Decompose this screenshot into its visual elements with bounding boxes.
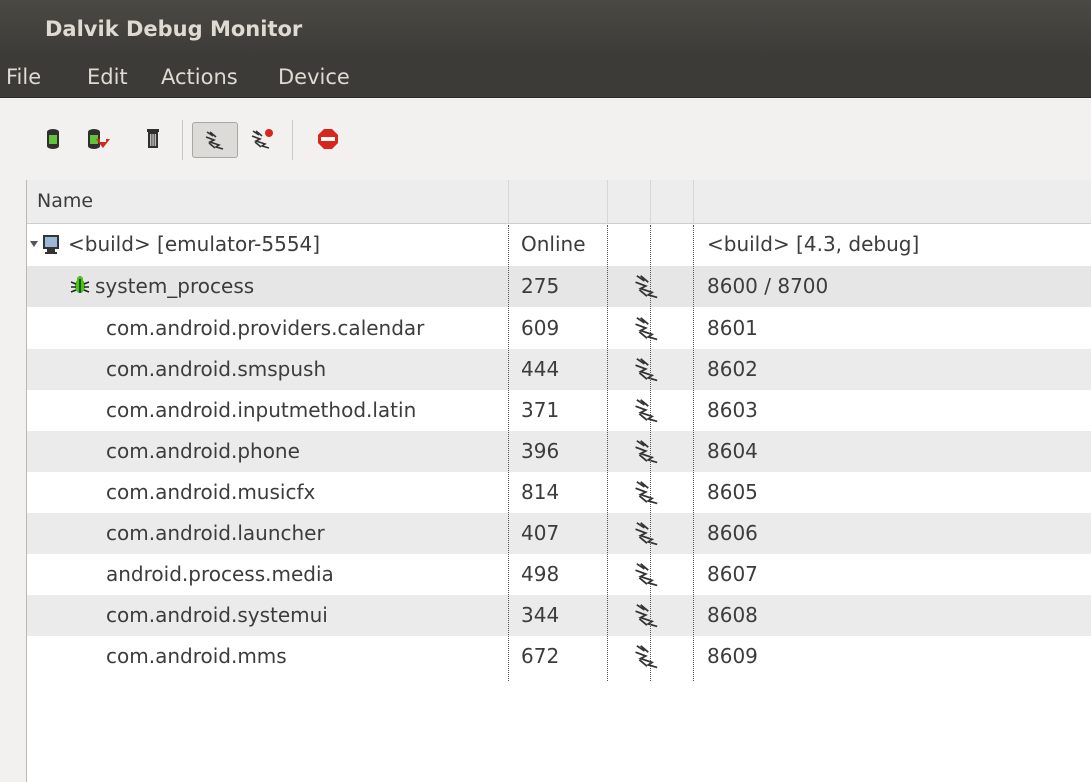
process-pid: 814 <box>521 480 560 504</box>
start-method-profiling-button[interactable] <box>250 122 276 156</box>
column-divider <box>508 180 509 223</box>
process-name: android.process.media <box>106 562 334 586</box>
stop-process-button[interactable] <box>315 122 341 156</box>
device-state: Online <box>521 232 586 256</box>
process-name: com.android.smspush <box>106 357 327 381</box>
table-row[interactable]: com.android.launcher 407 8606 <box>27 513 1091 554</box>
update-heap-button[interactable] <box>40 122 66 156</box>
threads-icon <box>635 317 658 341</box>
table-row[interactable]: com.android.musicfx 814 8605 <box>27 472 1091 513</box>
threads-icon <box>205 131 224 150</box>
table-row[interactable]: com.android.smspush 444 8602 <box>27 349 1091 390</box>
stop-sign-icon <box>318 129 338 149</box>
column-divider <box>650 180 651 223</box>
table-header: Name <box>27 180 1091 224</box>
process-ports: 8607 <box>707 562 758 586</box>
threads-icon <box>635 399 658 423</box>
threads-icon <box>635 481 658 505</box>
process-name: com.android.musicfx <box>106 480 316 504</box>
database-download-icon <box>88 129 110 149</box>
process-pid: 407 <box>521 521 560 545</box>
process-ports: 8606 <box>707 521 758 545</box>
menu-edit[interactable]: Edit <box>87 65 128 89</box>
window-title: Dalvik Debug Monitor <box>45 17 303 41</box>
process-ports: 8602 <box>707 357 758 381</box>
threads-icon <box>635 522 658 546</box>
dump-hprof-button[interactable] <box>86 122 112 156</box>
process-ports: 8600 / 8700 <box>707 274 829 298</box>
trash-icon <box>147 129 159 148</box>
threads-icon <box>635 645 658 669</box>
device-monitor-icon <box>43 235 59 254</box>
threads-icon <box>635 563 658 587</box>
process-name: com.android.systemui <box>106 603 328 627</box>
process-ports: 8601 <box>707 316 758 340</box>
column-divider <box>650 225 651 681</box>
device-row[interactable]: <build> [emulator-5554] Online <build> [… <box>27 224 1091 265</box>
process-pid: 498 <box>521 562 560 586</box>
process-ports: 8609 <box>707 644 758 668</box>
debug-bug-icon <box>70 276 90 293</box>
device-name: <build> [emulator-5554] <box>68 232 321 256</box>
toolbar-separator <box>292 120 293 160</box>
threads-icon <box>635 275 658 299</box>
process-name: com.android.launcher <box>106 521 325 545</box>
process-pid: 396 <box>521 439 560 463</box>
process-pid: 344 <box>521 603 560 627</box>
process-name: com.android.mms <box>106 644 287 668</box>
toolbar-separator <box>182 120 183 160</box>
table-row[interactable]: com.android.mms 672 8609 <box>27 636 1091 677</box>
expand-triangle-icon[interactable] <box>29 239 39 249</box>
process-pid: 371 <box>521 398 560 422</box>
menu-device[interactable]: Device <box>278 65 350 89</box>
threads-icon <box>635 440 658 464</box>
update-threads-button[interactable] <box>192 122 238 158</box>
database-icon <box>47 129 59 149</box>
threads-icon <box>635 358 658 382</box>
menu-actions[interactable]: Actions <box>161 65 238 89</box>
threads-icon <box>635 604 658 628</box>
process-name: com.android.phone <box>106 439 300 463</box>
menu-file[interactable]: File <box>6 65 41 89</box>
table-row[interactable]: com.android.phone 396 8604 <box>27 431 1091 472</box>
process-name: com.android.inputmethod.latin <box>106 398 417 422</box>
process-pid: 444 <box>521 357 560 381</box>
process-ports: 8605 <box>707 480 758 504</box>
device-build: <build> [4.3, debug] <box>707 232 920 256</box>
threads-profiling-icon <box>251 129 273 149</box>
column-divider <box>693 180 694 223</box>
process-pid: 672 <box>521 644 560 668</box>
table-row[interactable]: com.android.providers.calendar 609 8601 <box>27 308 1091 349</box>
cause-gc-button[interactable] <box>140 122 166 156</box>
device-process-table: Name <build> [emulator-5554] Online <bui… <box>26 180 1091 782</box>
table-row[interactable]: android.process.media 498 8607 <box>27 554 1091 595</box>
window-titlebar: Dalvik Debug Monitor <box>0 0 1091 57</box>
column-divider <box>607 225 608 681</box>
process-name: com.android.providers.calendar <box>106 316 425 340</box>
process-pid: 609 <box>521 316 560 340</box>
process-ports: 8604 <box>707 439 758 463</box>
process-ports: 8608 <box>707 603 758 627</box>
process-ports: 8603 <box>707 398 758 422</box>
menu-bar: File Edit Actions Device <box>0 57 1091 98</box>
column-divider <box>508 225 509 681</box>
column-divider <box>693 225 694 681</box>
table-row[interactable]: com.android.inputmethod.latin 371 8603 <box>27 390 1091 431</box>
table-row[interactable]: system_process 275 8600 / 8700 <box>27 266 1091 307</box>
process-pid: 275 <box>521 274 560 298</box>
process-name: system_process <box>95 274 255 298</box>
column-divider <box>607 180 608 223</box>
column-header-name[interactable]: Name <box>37 190 93 212</box>
table-row[interactable]: com.android.systemui 344 8608 <box>27 595 1091 636</box>
